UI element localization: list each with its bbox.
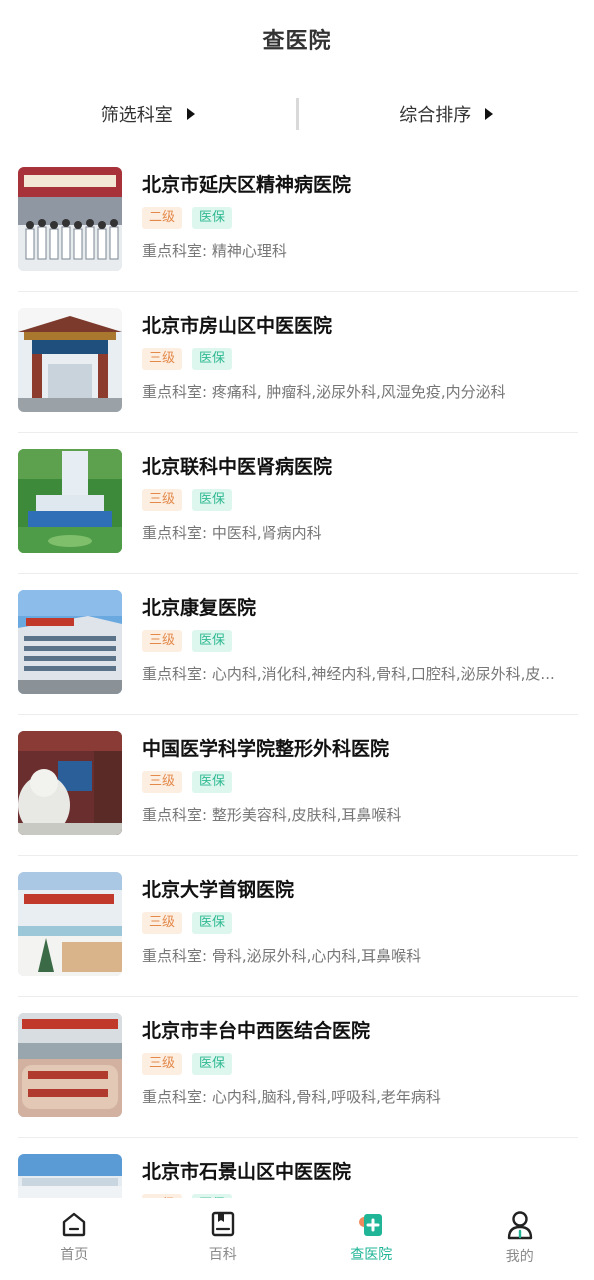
sort-filter-label: 综合排序: [399, 105, 472, 126]
hospital-name: 北京市房山区中医医院: [142, 315, 333, 337]
insurance-tag: 医保: [192, 489, 233, 511]
tab-wiki-label: 百科: [208, 1247, 237, 1263]
filter-bar: 筛选科室 综合排序: [0, 92, 594, 136]
hospital-list-item[interactable]: 中国医学科学院整形外科医院 三级 医保 重点科室: 整形美容科,皮肤科,耳鼻喉科: [18, 714, 578, 856]
caret-right-icon: [186, 108, 195, 120]
insurance-tag: 医保: [192, 630, 233, 652]
home-icon: [63, 1212, 86, 1237]
insurance-tag: 医保: [192, 771, 233, 793]
hospital-name: 中国医学科学院整形外科医院: [142, 738, 390, 760]
hospital-photo: [18, 449, 122, 553]
hospital-list-item[interactable]: 北京市石景山区中医医院 三级 医保: [18, 1137, 578, 1198]
level-tag: 三级: [142, 348, 183, 370]
level-tag: 三级: [142, 489, 183, 511]
hospital-list-item[interactable]: 北京市延庆区精神病医院 二级 医保 重点科室: 精神心理科: [18, 150, 578, 292]
hospital-photo: [18, 731, 122, 835]
tab-hospital-label: 查医院: [350, 1247, 393, 1263]
caret-right-icon: [485, 108, 494, 120]
hospital-list-item[interactable]: 北京联科中医肾病医院 三级 医保 重点科室: 中医科,肾病内科: [18, 432, 578, 574]
key-departments: 重点科室: 骨科,泌尿外科,心内科,耳鼻喉科: [142, 947, 422, 965]
hospital-list-item[interactable]: 北京市房山区中医医院 三级 医保 重点科室: 疼痛科, 肿瘤科,泌尿外科,风湿免…: [18, 291, 578, 433]
tab-mine[interactable]: 我的: [446, 1198, 594, 1280]
hospital-tags: 三级 医保: [142, 1053, 233, 1075]
department-filter-label: 筛选科室: [100, 105, 173, 126]
user-icon: [507, 1211, 532, 1240]
hospital-name: 北京市延庆区精神病医院: [142, 174, 352, 196]
hospital-name: 北京联科中医肾病医院: [142, 456, 333, 478]
insurance-tag: 医保: [192, 348, 233, 370]
hospital-name: 北京市丰台中西医结合医院: [142, 1020, 371, 1042]
insurance-tag: 医保: [192, 912, 233, 934]
hospital-photo: [18, 1154, 122, 1198]
hospital-list-item[interactable]: 北京市丰台中西医结合医院 三级 医保 重点科室: 心内科,脑科,骨科,呼吸科,老…: [18, 996, 578, 1138]
level-tag: 二级: [142, 207, 183, 229]
tab-hospital[interactable]: 查医院: [297, 1198, 446, 1280]
level-tag: 三级: [142, 912, 183, 934]
hospital-tags: 三级 医保: [142, 630, 233, 652]
hospital-photo: [18, 872, 122, 976]
department-filter[interactable]: 筛选科室: [0, 101, 296, 127]
hospital-name: 北京康复医院: [142, 597, 257, 619]
hospital-name: 北京大学首钢医院: [142, 879, 295, 901]
sort-filter[interactable]: 综合排序: [299, 101, 594, 127]
hospital-icon: [359, 1214, 383, 1236]
hospital-photo: [18, 590, 122, 694]
tab-home[interactable]: 首页: [0, 1198, 149, 1280]
hospital-tags: 三级 医保: [142, 912, 233, 934]
page-title: 查医院: [262, 29, 332, 54]
tab-home-label: 首页: [60, 1247, 89, 1263]
header: 查医院: [0, 0, 594, 78]
hospital-name: 北京市石景山区中医医院: [142, 1161, 352, 1183]
hospital-tags: 三级 医保: [142, 489, 233, 511]
hospital-photo: [18, 308, 122, 412]
key-departments: 重点科室: 整形美容科,皮肤科,耳鼻喉科: [142, 806, 402, 824]
hospital-list-item[interactable]: 北京康复医院 三级 医保 重点科室: 心内科,消化科,神经内科,骨科,口腔科,泌…: [18, 573, 578, 715]
tab-wiki[interactable]: 百科: [149, 1198, 298, 1280]
key-departments: 重点科室: 心内科,脑科,骨科,呼吸科,老年病科: [142, 1088, 441, 1106]
insurance-tag: 医保: [192, 1053, 233, 1075]
hospital-list: 北京市延庆区精神病医院 二级 医保 重点科室: 精神心理科 北京市房山区中医医院…: [0, 150, 594, 1198]
hospital-photo: [18, 167, 122, 271]
bottom-tab-bar: 首页 百科 查医院 我的: [0, 1198, 594, 1280]
hospital-tags: 二级 医保: [142, 207, 233, 229]
level-tag: 三级: [142, 771, 183, 793]
hospital-tags: 三级 医保: [142, 771, 233, 793]
hospital-photo: [18, 1013, 122, 1117]
book-icon: [211, 1211, 234, 1237]
insurance-tag: 医保: [192, 207, 233, 229]
level-tag: 三级: [142, 630, 183, 652]
key-departments: 重点科室: 精神心理科: [142, 242, 287, 260]
level-tag: 三级: [142, 1053, 183, 1075]
hospital-list-item[interactable]: 北京大学首钢医院 三级 医保 重点科室: 骨科,泌尿外科,心内科,耳鼻喉科: [18, 855, 578, 997]
key-departments: 重点科室: 疼痛科, 肿瘤科,泌尿外科,风湿免疫,内分泌科: [142, 383, 506, 401]
hospital-tags: 三级 医保: [142, 348, 233, 370]
key-departments: 重点科室: 心内科,消化科,神经内科,骨科,口腔科,泌尿外科,皮...: [142, 665, 555, 683]
tab-mine-label: 我的: [505, 1249, 534, 1265]
key-departments: 重点科室: 中医科,肾病内科: [142, 524, 322, 542]
